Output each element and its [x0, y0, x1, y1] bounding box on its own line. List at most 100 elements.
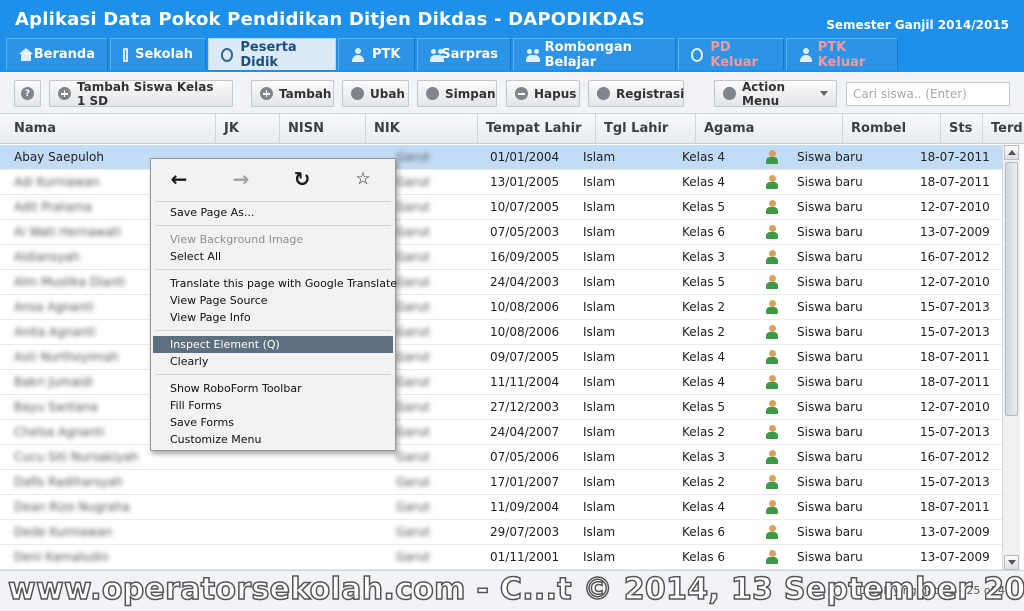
help-button[interactable]: ?	[14, 80, 41, 107]
cell-status: Siswa baru	[797, 450, 863, 464]
smile-icon	[691, 47, 704, 62]
cell-rombel: Kelas 2	[682, 325, 726, 339]
cell-rombel: Kelas 4	[682, 500, 726, 514]
student-status-icon	[766, 325, 778, 339]
cell-tempat-lahir: Garut	[396, 250, 430, 264]
menu-item-show-roboform-toolbar[interactable]: Show RoboForm Toolbar	[153, 380, 393, 397]
ubah-button[interactable]: Ubah	[342, 80, 409, 107]
cell-rombel: Kelas 2	[682, 425, 726, 439]
reload-icon[interactable]: ↻	[290, 167, 314, 191]
menu-item-clearly[interactable]: Clearly	[153, 353, 393, 370]
menu-separator	[155, 225, 391, 226]
cell-tgl-lahir: 01/01/2004	[490, 150, 560, 164]
cell-tgl-lahir: 11/09/2004	[490, 500, 560, 514]
tab-ptk[interactable]: PTK	[338, 38, 415, 70]
group-icon	[526, 48, 540, 62]
cell-agama: Islam	[583, 350, 616, 364]
table-row[interactable]: Dean Rizo Nugraha Garut 11/09/2004 Islam Kel…	[0, 495, 1002, 520]
cell-rombel: Kelas 4	[682, 150, 726, 164]
column-header-sts[interactable]: Sts	[941, 114, 983, 144]
bookmark-star-icon[interactable]: ☆	[351, 167, 375, 191]
column-header-terdaftar[interactable]: Terd	[983, 114, 1024, 144]
tab-beranda[interactable]: Beranda	[6, 38, 108, 70]
cell-rombel: Kelas 3	[682, 250, 726, 264]
cell-terdaftar: 15-07-2013	[920, 475, 990, 489]
cell-terdaftar: 18-07-2011	[920, 375, 990, 389]
back-icon[interactable]: ←	[167, 167, 191, 191]
menu-item-select-all[interactable]: Select All	[153, 248, 393, 265]
cell-agama: Islam	[583, 550, 616, 564]
semester-label: Semester Ganjil 2014/2015	[826, 18, 1009, 32]
tambah-button[interactable]: Tambah	[251, 80, 334, 107]
column-header-tempat-lahir[interactable]: Tempat Lahir	[478, 114, 596, 144]
cell-terdaftar: 12-07-2010	[920, 275, 990, 289]
column-header-nama[interactable]: Nama	[6, 114, 216, 144]
cell-agama: Islam	[583, 175, 616, 189]
cell-agama: Islam	[583, 200, 616, 214]
button-label: Tambah Siswa Kelas 1 SD	[77, 79, 214, 108]
cell-tempat-lahir: Garut	[396, 200, 430, 214]
menu-item-inspect-element[interactable]: Inspect Element (Q)	[153, 336, 393, 353]
search-input[interactable]	[846, 82, 1010, 106]
menu-item-google-translate[interactable]: Translate this page with Google Translat…	[153, 275, 397, 292]
simpan-button[interactable]: Simpan	[417, 80, 497, 107]
table-row[interactable]: Deni Kamaludin Garut 01/11/2001 Islam Kelas …	[0, 545, 1002, 570]
tambah-siswa-kelas1-button[interactable]: Tambah Siswa Kelas 1 SD	[49, 79, 233, 108]
cell-terdaftar: 18-07-2011	[920, 500, 990, 514]
grid-header: Nama JK NISN NIK Tempat Lahir Tgl Lahir …	[0, 114, 1024, 144]
tab-label: PD Keluar	[710, 39, 758, 70]
registrasi-button[interactable]: Registrasi	[588, 80, 684, 107]
cell-rombel: Kelas 6	[682, 525, 726, 539]
tab-pd-keluar[interactable]: PD Keluar	[678, 38, 784, 70]
menu-item-save-forms[interactable]: Save Forms	[153, 414, 393, 431]
edit-icon	[351, 87, 364, 100]
column-header-agama[interactable]: Agama	[696, 114, 843, 144]
tab-label: PTK Keluar	[817, 39, 866, 70]
button-label: Ubah	[370, 86, 405, 101]
student-status-icon	[766, 450, 778, 464]
menu-separator	[155, 330, 391, 331]
column-header-jk[interactable]: JK	[216, 114, 280, 144]
tab-sarpras[interactable]: Sarpras	[417, 38, 511, 70]
cell-terdaftar: 16-07-2012	[920, 450, 990, 464]
tab-label: Sekolah	[135, 47, 193, 62]
menu-item-fill-forms[interactable]: Fill Forms	[153, 397, 393, 414]
column-header-tgl-lahir[interactable]: Tgl Lahir	[596, 114, 696, 144]
tab-rombongan-belajar[interactable]: Rombongan Belajar	[513, 38, 676, 70]
action-menu-button[interactable]: Action Menu	[714, 80, 837, 108]
student-status-icon	[766, 475, 778, 489]
cell-rombel: Kelas 4	[682, 175, 726, 189]
grid-scrollbar[interactable]	[1002, 145, 1020, 570]
student-status-icon	[766, 350, 778, 364]
cell-tempat-lahir: Garut	[396, 525, 430, 539]
menu-item-view-page-info[interactable]: View Page Info	[153, 309, 393, 326]
scroll-thumb[interactable]	[1005, 162, 1018, 416]
column-header-rombel[interactable]: Rombel	[843, 114, 941, 144]
column-header-nik[interactable]: NIK	[366, 114, 478, 144]
cell-tempat-lahir: Garut	[396, 550, 430, 564]
tab-label: Beranda	[33, 47, 95, 62]
student-status-icon	[766, 200, 778, 214]
student-status-icon	[766, 250, 778, 264]
menu-item-save-page-as[interactable]: Save Page As...	[153, 204, 393, 221]
tab-ptk-keluar[interactable]: PTK Keluar	[786, 38, 898, 70]
scroll-up-button[interactable]	[1004, 145, 1019, 160]
student-status-icon	[766, 225, 778, 239]
hapus-button[interactable]: Hapus	[506, 80, 580, 107]
table-row[interactable]: Dafis Radiharsyah Garut 17/01/2007 Islam Kel…	[0, 470, 1002, 495]
cell-status: Siswa baru	[797, 325, 863, 339]
scroll-down-button[interactable]	[1004, 555, 1019, 570]
cell-agama: Islam	[583, 375, 616, 389]
cell-status: Siswa baru	[797, 425, 863, 439]
chevron-down-circle-icon	[723, 87, 736, 100]
tab-peserta-didik[interactable]: Peserta Didik	[208, 38, 336, 70]
menu-separator	[155, 269, 391, 270]
menu-item-view-page-source[interactable]: View Page Source	[153, 292, 393, 309]
column-header-nisn[interactable]: NISN	[280, 114, 366, 144]
cell-tempat-lahir: Garut	[396, 275, 430, 289]
cell-nama: Dafis Radiharsyah	[14, 475, 123, 489]
menu-item-customize-menu[interactable]: Customize Menu	[153, 431, 393, 448]
tab-sekolah[interactable]: Sekolah	[110, 38, 206, 70]
table-row[interactable]: Dede Kurniawan Garut 29/07/2003 Islam Kelas …	[0, 520, 1002, 545]
chevron-down-icon	[820, 91, 828, 96]
